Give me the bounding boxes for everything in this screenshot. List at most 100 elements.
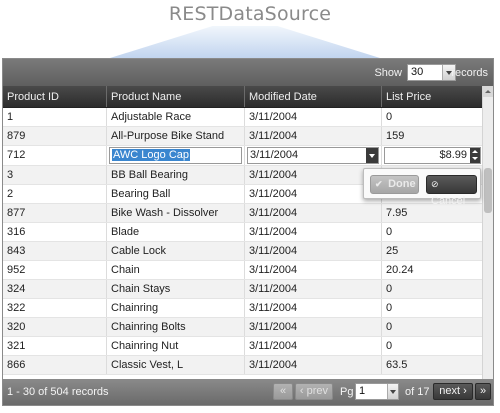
cell-modified-date: 3/11/2004: [245, 185, 382, 203]
edit-actions-popup: ✔ Done ⊘ Cancel: [363, 168, 481, 207]
table-row[interactable]: 952 Chain 3/11/2004 20.24: [3, 261, 493, 280]
edit-name-cell: AWC Logo Cap: [107, 146, 245, 165]
page-number-value: 1: [359, 385, 366, 397]
modified-date-field[interactable]: 3/11/2004: [247, 147, 379, 164]
scroll-thumb[interactable]: [484, 168, 492, 213]
cell-product-name: Blade: [107, 223, 245, 241]
cell-modified-date: 3/11/2004: [245, 166, 382, 184]
cell-list-price: 0: [382, 318, 484, 336]
list-price-value: $8.99: [439, 149, 467, 161]
scroll-up-icon[interactable]: [483, 86, 493, 97]
edit-price-cell: $8.99: [382, 146, 484, 165]
grid-body: 1 Adjustable Race 3/11/2004 0 879 All-Purpose…: [3, 108, 493, 380]
cell-product-name: Adjustable Race: [107, 108, 245, 126]
edit-date-cell: 3/11/2004: [245, 146, 382, 165]
column-header-row: Product ID Product Name Modified Date Li…: [3, 86, 493, 108]
pager-bar: 1 - 30 of 504 records « ‹ prev Pg 1 of 1…: [3, 379, 493, 405]
table-row[interactable]: 322 Chainring 3/11/2004 0: [3, 299, 493, 318]
cell-product-name: Chainring: [107, 299, 245, 317]
next-arrow-icon: ›: [460, 385, 467, 397]
first-page-button[interactable]: «: [273, 383, 293, 400]
cell-modified-date: 3/11/2004: [245, 280, 382, 298]
cell-list-price: 0: [382, 108, 484, 126]
table-row[interactable]: 866 Classic Vest, L 3/11/2004 63.5: [3, 356, 493, 375]
cell-list-price: 0: [382, 337, 484, 355]
next-label: next: [439, 385, 461, 397]
cell-product-name: Classic Vest, L: [107, 356, 245, 374]
cell-product-name: All-Purpose Bike Stand: [107, 127, 245, 145]
done-button[interactable]: ✔ Done: [370, 175, 419, 194]
column-header-modified-date[interactable]: Modified Date: [245, 86, 382, 107]
prev-page-button[interactable]: ‹ prev: [295, 383, 333, 400]
product-name-field[interactable]: AWC Logo Cap: [109, 147, 242, 164]
table-row[interactable]: 879 All-Purpose Bike Stand 3/11/2004 159: [3, 127, 493, 146]
page-size-select[interactable]: 30: [407, 64, 456, 81]
cell-product-id: 843: [3, 242, 107, 260]
grid-toolbar: Show 30 records: [3, 59, 493, 86]
cell-list-price: 63.5: [382, 356, 484, 374]
page-size-value: 30: [411, 66, 424, 78]
cell-modified-date: 3/11/2004: [245, 261, 382, 279]
cancel-label: Cancel: [431, 195, 466, 207]
column-header-product-name[interactable]: Product Name: [107, 86, 245, 107]
cell-product-id: 320: [3, 318, 107, 336]
cell-product-id: 1: [3, 108, 107, 126]
table-row[interactable]: 321 Chainring Nut 3/11/2004 0: [3, 337, 493, 356]
cell-product-name: Chainring Nut: [107, 337, 245, 355]
cell-product-name: Cable Lock: [107, 242, 245, 260]
page-label: Pg: [340, 386, 354, 398]
table-row[interactable]: 1 Adjustable Race 3/11/2004 0: [3, 108, 493, 127]
cell-product-id: 316: [3, 223, 107, 241]
table-row[interactable]: 877 Bike Wash - Dissolver 3/11/2004 7.95: [3, 204, 493, 223]
show-label: Show: [374, 67, 402, 79]
pager-info: 1 - 30 of 504 records: [7, 386, 109, 398]
cell-list-price: 0: [382, 299, 484, 317]
cell-product-id: 2: [3, 185, 107, 203]
done-label: Done: [388, 178, 416, 190]
column-header-product-id[interactable]: Product ID: [3, 86, 107, 107]
column-header-list-price[interactable]: List Price: [382, 86, 484, 107]
spinner-icon[interactable]: [470, 148, 480, 163]
cell-list-price: 20.24: [382, 261, 484, 279]
cell-product-id: 322: [3, 299, 107, 317]
prev-arrow-icon: ‹: [299, 385, 307, 397]
edit-id-cell: 712: [3, 146, 107, 165]
cell-modified-date: 3/11/2004: [245, 204, 382, 222]
prev-label: prev: [306, 385, 329, 397]
list-price-field[interactable]: $8.99: [384, 147, 481, 164]
cell-product-id: 866: [3, 356, 107, 374]
product-name-selected-text: AWC Logo Cap: [112, 149, 191, 161]
vertical-scrollbar[interactable]: [482, 86, 493, 381]
cell-modified-date: 3/11/2004: [245, 108, 382, 126]
cell-list-price: 159: [382, 127, 484, 145]
cell-modified-date: 3/11/2004: [245, 299, 382, 317]
last-page-button[interactable]: »: [475, 383, 491, 400]
cell-product-id: 3: [3, 166, 107, 184]
table-row[interactable]: 843 Cable Lock 3/11/2004 25: [3, 242, 493, 261]
cell-product-id: 324: [3, 280, 107, 298]
cancel-icon: ⊘: [431, 179, 439, 189]
cell-list-price: 0: [382, 280, 484, 298]
cell-product-id: 321: [3, 337, 107, 355]
cell-list-price: 25: [382, 242, 484, 260]
checkmark-icon: ✔: [375, 179, 383, 189]
chevron-down-icon[interactable]: [387, 384, 398, 399]
calendar-dropdown-icon[interactable]: [366, 148, 378, 163]
cell-product-name: Bike Wash - Dissolver: [107, 204, 245, 222]
edit-id-value: 712: [7, 149, 26, 161]
cancel-button[interactable]: ⊘ Cancel: [426, 175, 477, 207]
table-row[interactable]: 324 Chain Stays 3/11/2004 0: [3, 280, 493, 299]
cell-product-id: 877: [3, 204, 107, 222]
page-number-select[interactable]: 1: [355, 383, 399, 400]
table-row[interactable]: 320 Chainring Bolts 3/11/2004 0: [3, 318, 493, 337]
cell-modified-date: 3/11/2004: [245, 356, 382, 374]
cell-product-name: Chainring Bolts: [107, 318, 245, 336]
page-title: RESTDataSource: [168, 3, 332, 25]
cell-modified-date: 3/11/2004: [245, 318, 382, 336]
cell-modified-date: 3/11/2004: [245, 337, 382, 355]
next-page-button[interactable]: next ›: [433, 383, 473, 400]
table-row[interactable]: 316 Blade 3/11/2004 0: [3, 223, 493, 242]
records-label: records: [451, 67, 488, 79]
cell-product-id: 952: [3, 261, 107, 279]
cell-modified-date: 3/11/2004: [245, 127, 382, 145]
